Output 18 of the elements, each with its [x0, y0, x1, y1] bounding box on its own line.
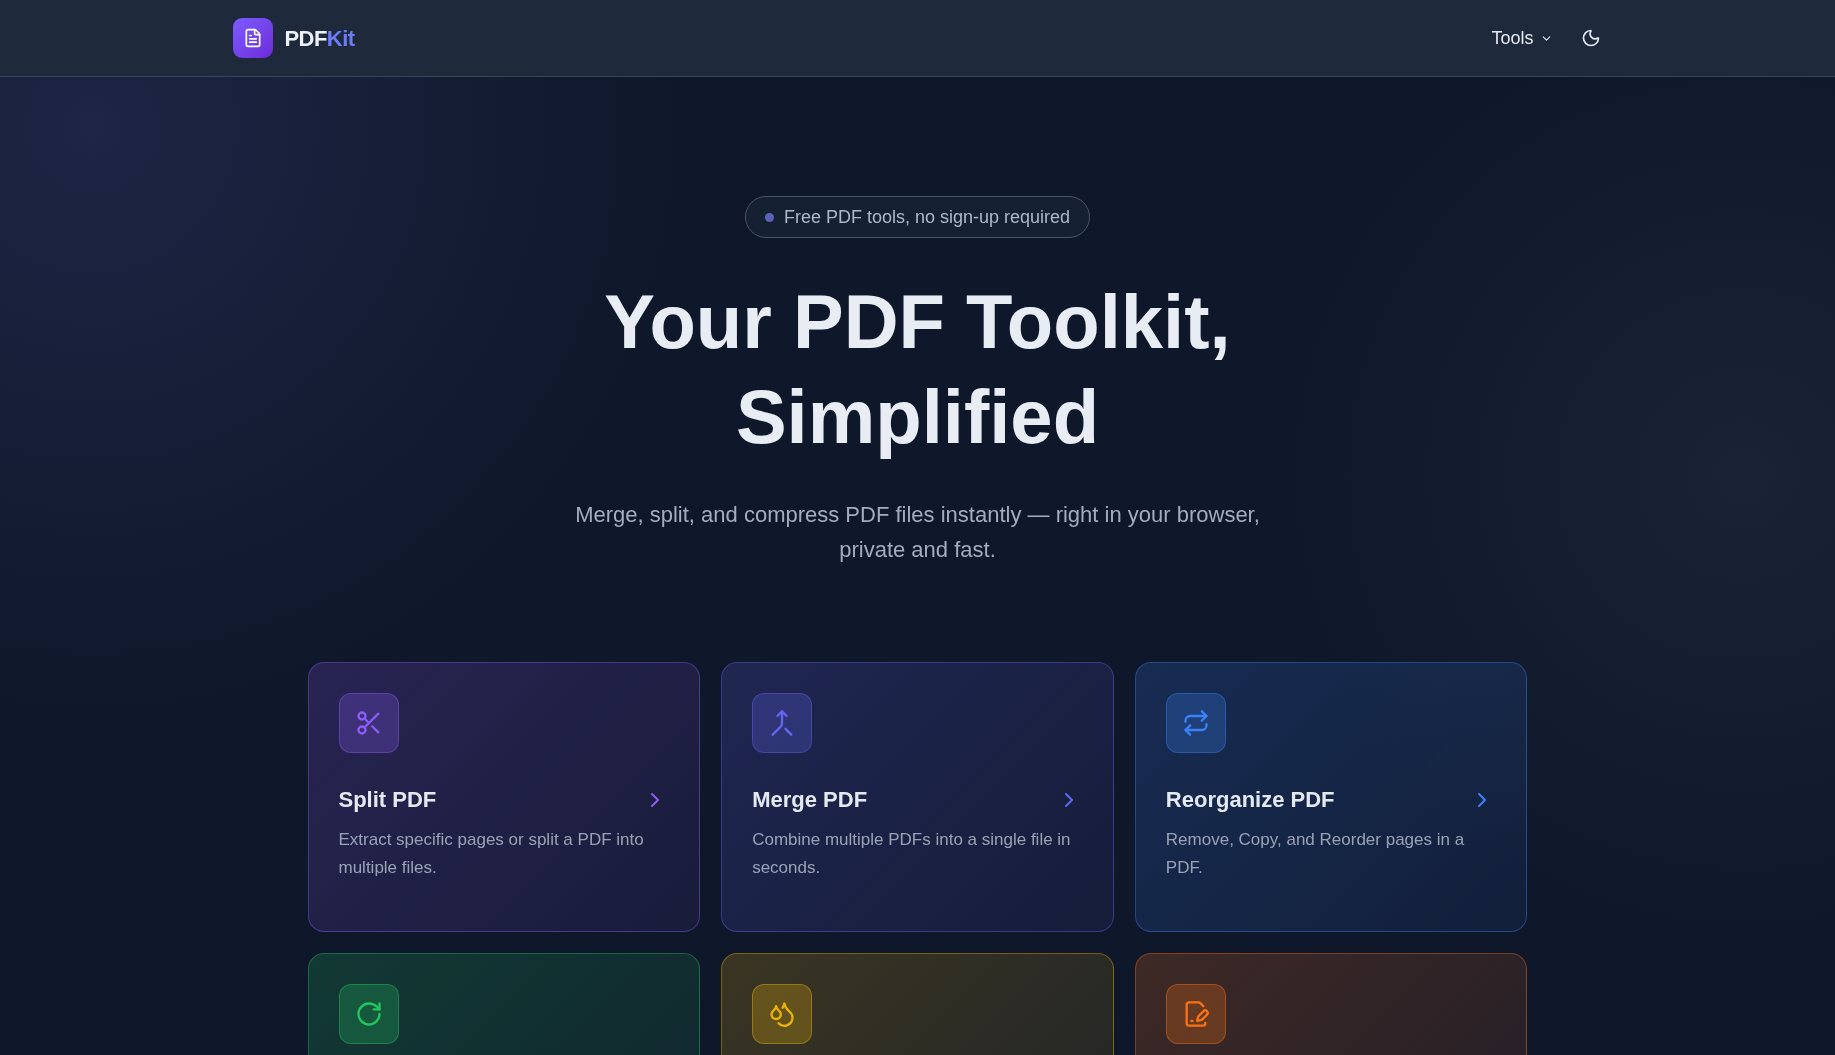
logo-text[interactable]: PDFKit	[284, 21, 355, 55]
card-title: Reorganize PDF	[1165, 786, 1335, 814]
chevron-right-icon	[1064, 792, 1073, 807]
tool-card[interactable]: Split PDF Extract specific pages or split a PDF into multiple files.	[307, 662, 701, 932]
chevron-right-icon	[651, 792, 660, 807]
logo-icon	[232, 18, 273, 58]
tools-menu-button[interactable]: Tools	[1491, 24, 1553, 52]
hero-title: Your PDF Toolkit, Simplified	[604, 278, 1231, 461]
card-description: Combine multiple PDFs into a single file in seconds.	[752, 829, 1072, 879]
card-title: Split PDF	[338, 786, 437, 814]
chevron-right-icon	[1478, 792, 1487, 807]
badge-text: Free PDF tools, no sign-up required	[783, 205, 1071, 229]
tool-card[interactable]: Reorganize PDF Remove, Copy, and Reorder pages in a PDF.	[1134, 662, 1528, 932]
card-description: Extract specific pages or split a PDF into multiple files.	[338, 829, 645, 879]
card-title: Merge PDF	[752, 786, 868, 814]
tool-card[interactable]: Merge PDF Combine multiple PDFs into a single file in seconds.	[721, 662, 1114, 932]
card-description: Remove, Copy, and Reorder pages in a PDF.	[1165, 829, 1466, 879]
hero-subtitle: Merge, split, and compress PDF files instantly — right in your browser, private and fast.	[574, 501, 1261, 564]
